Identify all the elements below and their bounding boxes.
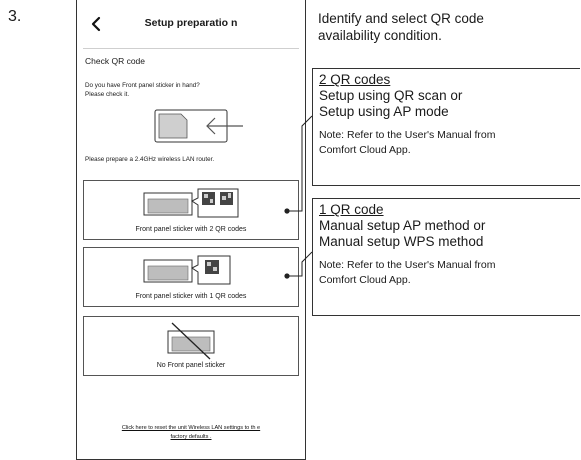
callout-heading: 1 QR code: [319, 202, 384, 217]
step-number: 3.: [8, 8, 22, 25]
two-qr-codes-callout: 2 QR codes Setup using QR scan or Setup …: [312, 68, 580, 186]
sticker-question: Do you have Front panel sticker in hand?…: [85, 82, 285, 99]
callout-note: Note: Refer to the User's Manual from Co…: [319, 128, 581, 158]
phone-screen: Setup preparatio n Check QR code Do you …: [76, 0, 306, 460]
callout-line-2: Setup using AP mode: [319, 104, 449, 119]
option-1-qr-code[interactable]: Front panel sticker with 1 QR codes: [83, 247, 299, 307]
option-2-qr-codes[interactable]: Front panel sticker with 2 QR codes: [83, 180, 299, 240]
section-title: Check QR code: [85, 56, 145, 66]
router-requirement-text: Please prepare a 2.4GHz wireless LAN rou…: [85, 156, 215, 163]
indoor-unit-sticker-illustration: [154, 109, 243, 143]
question-line-1: Do you have Front panel sticker in hand?: [85, 82, 200, 89]
instruction-line-2: availability condition.: [318, 28, 442, 43]
app-header: Setup preparatio n: [77, 12, 305, 36]
callout-line-1: Manual setup AP method or: [319, 218, 486, 233]
one-qr-code-callout: 1 QR code Manual setup AP method or Manu…: [312, 198, 580, 316]
callout-heading: 2 QR codes: [319, 72, 391, 87]
reset-link-line-1: Click here to reset the unit Wireless LA…: [121, 425, 261, 431]
option-label: Front panel sticker with 2 QR codes: [135, 226, 247, 233]
instruction-text: Identify and select QR code availability…: [318, 10, 578, 44]
option-no-sticker[interactable]: No Front panel sticker: [83, 316, 299, 376]
option-label: No Front panel sticker: [156, 362, 226, 369]
reset-wireless-settings-link[interactable]: Click here to reset the unit Wireless LA…: [83, 424, 299, 442]
instruction-line-1: Identify and select QR code: [318, 11, 484, 26]
callout-line-2: Manual setup WPS method: [319, 234, 484, 249]
callout-line-1: Setup using QR scan or: [319, 88, 463, 103]
note-line-1: Note: Refer to the User's Manual from: [319, 129, 496, 141]
page-title: Setup preparatio n: [144, 17, 238, 29]
reset-link-line-2: factory defaults .: [170, 434, 212, 440]
note-line-2: Comfort Cloud App.: [319, 274, 411, 286]
callout-note: Note: Refer to the User's Manual from Co…: [319, 258, 581, 288]
note-line-1: Note: Refer to the User's Manual from: [319, 259, 496, 271]
question-line-2: Please check it.: [85, 90, 130, 98]
note-line-2: Comfort Cloud App.: [319, 144, 411, 156]
option-label: Front panel sticker with 1 QR codes: [135, 293, 247, 300]
header-divider: [83, 48, 299, 49]
